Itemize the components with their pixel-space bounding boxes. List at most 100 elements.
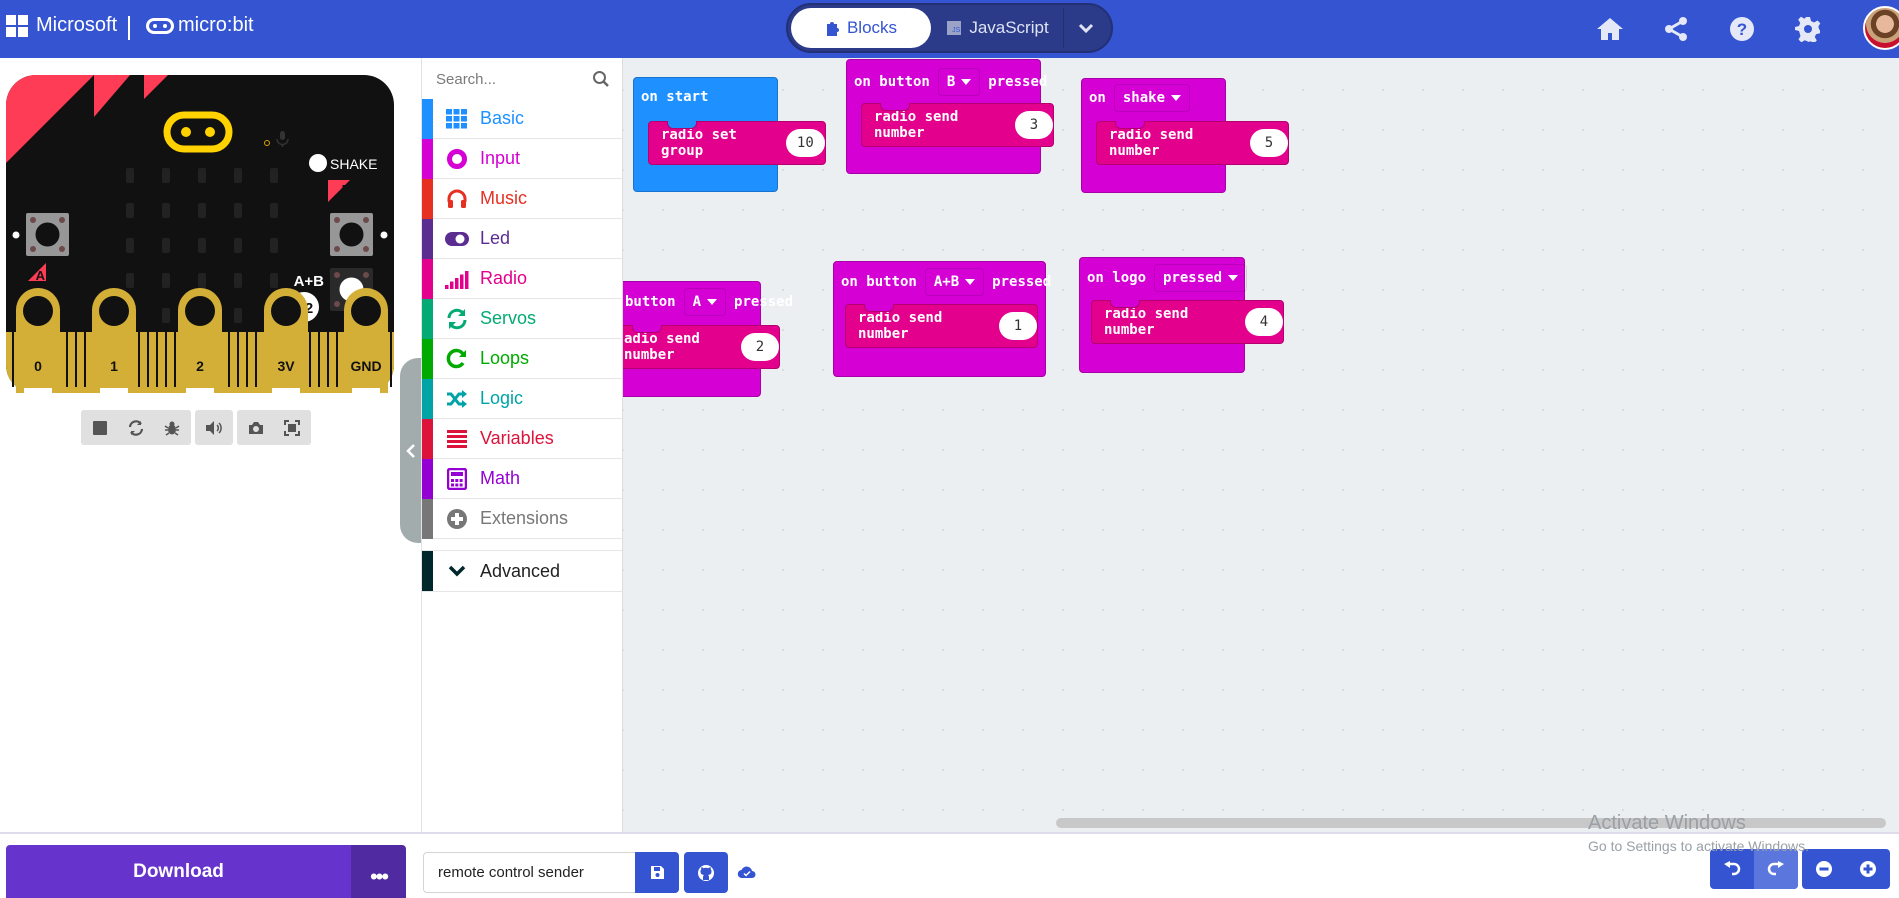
button-a[interactable]	[26, 213, 69, 256]
block-radio-set-group[interactable]: radio set group 10	[648, 121, 826, 165]
block-hat-suffix: pressed	[988, 74, 1048, 90]
home-button[interactable]	[1594, 13, 1626, 45]
microbit-simulator-board[interactable]: SHAKE B A A+B V2 0123VGND	[6, 75, 394, 393]
mute-button[interactable]	[205, 419, 223, 437]
debug-button[interactable]	[163, 419, 181, 437]
tab-blocks[interactable]: Blocks	[791, 8, 931, 48]
block-radio-send-number[interactable]: radio send number 1	[845, 304, 1038, 348]
tab-javascript[interactable]: JS JavaScript	[938, 8, 1058, 48]
zoom-group	[1802, 849, 1890, 889]
button-dropdown[interactable]: A	[683, 288, 727, 316]
shake-button[interactable]	[309, 154, 327, 172]
group-value-input[interactable]: 10	[785, 129, 825, 157]
microsoft-logo[interactable]: Microsoft	[6, 14, 117, 37]
number-value-input[interactable]: 2	[741, 333, 779, 361]
category-color-bar	[422, 258, 433, 299]
toolbox-category-advanced[interactable]: Advanced	[422, 550, 622, 592]
help-button[interactable]: ?	[1726, 13, 1758, 45]
led	[234, 308, 242, 323]
collapse-simulator-button[interactable]	[400, 358, 422, 543]
workspace-horizontal-scrollbar[interactable]	[1056, 818, 1886, 828]
number-value-input[interactable]: 4	[1245, 308, 1283, 336]
ellipsis-icon: •••	[369, 864, 389, 889]
toolbox-category-math[interactable]: Math	[422, 458, 622, 499]
block-radio-send-number[interactable]: adio send number 2	[623, 325, 780, 369]
category-label: Math	[480, 468, 521, 488]
zoom-in-button[interactable]	[1846, 849, 1890, 889]
stop-button[interactable]	[91, 419, 109, 437]
led	[162, 168, 170, 183]
user-avatar[interactable]	[1863, 6, 1899, 50]
undo-button[interactable]	[1710, 849, 1754, 889]
toolbox-category-input[interactable]: Input	[422, 138, 622, 179]
github-button[interactable]	[684, 852, 728, 893]
led	[126, 203, 134, 218]
category-label: Music	[480, 188, 528, 208]
fullscreen-button[interactable]	[283, 419, 301, 437]
redo-button[interactable]	[1754, 849, 1798, 889]
simulator-toolbar	[81, 410, 311, 445]
gesture-dropdown[interactable]: shake	[1113, 84, 1191, 112]
zoom-out-button[interactable]	[1802, 849, 1846, 889]
download-button[interactable]: Download	[6, 845, 351, 898]
block-hat-label: on	[1089, 90, 1106, 106]
pin-label: 2	[196, 358, 204, 374]
toolbox-category-music[interactable]: Music	[422, 178, 622, 219]
toolbox-category-servos[interactable]: Servos	[422, 298, 622, 339]
button-dropdown[interactable]: B	[937, 68, 981, 96]
led	[234, 168, 242, 183]
category-color-bar	[422, 138, 433, 179]
pin-1[interactable]: 1	[92, 288, 136, 393]
settings-button[interactable]	[1792, 13, 1824, 45]
pin-0[interactable]: 0	[16, 288, 60, 393]
sim-view-group	[237, 410, 311, 445]
toolbox-category-loops[interactable]: Loops	[422, 338, 622, 379]
caret-down-icon	[961, 79, 972, 85]
blocks-workspace[interactable]: on start radio set group 10 on button B …	[622, 58, 1899, 832]
redo-icon	[1767, 861, 1784, 876]
microbit-face-icon	[146, 17, 174, 34]
pin-3v[interactable]: 3V	[264, 288, 308, 393]
led	[126, 273, 134, 288]
pin-2[interactable]: 2	[178, 288, 222, 393]
toolbox-category-radio[interactable]: Radio	[422, 258, 622, 299]
number-value-input[interactable]: 5	[1250, 129, 1288, 157]
brand-divider	[128, 16, 130, 40]
block-stmt-label: radio send number	[1104, 306, 1189, 338]
restart-button[interactable]	[127, 419, 145, 437]
pin-gnd[interactable]: GND	[344, 288, 388, 393]
pin-label: 0	[34, 358, 42, 374]
cloud-saved-icon	[737, 866, 756, 879]
led	[126, 238, 134, 253]
toolbox-category-basic[interactable]: Basic	[422, 98, 622, 139]
number-value-input[interactable]: 1	[999, 312, 1037, 340]
share-button[interactable]	[1660, 13, 1692, 45]
search-icon[interactable]	[592, 70, 610, 88]
category-label: Logic	[480, 388, 524, 408]
logo-event-dropdown[interactable]: pressed	[1154, 264, 1248, 292]
toolbox-category-logic[interactable]: Logic	[422, 378, 622, 419]
chevron-down-icon	[445, 559, 469, 583]
button-b[interactable]	[330, 213, 373, 256]
microbit-logo[interactable]: micro:bit	[146, 14, 254, 37]
block-radio-send-number[interactable]: radio send number 3	[861, 103, 1054, 147]
button-dropdown[interactable]: A+B	[924, 268, 985, 296]
caret-down-icon	[707, 299, 718, 305]
led	[270, 238, 278, 253]
block-radio-send-number[interactable]: radio send number 5	[1096, 121, 1289, 165]
editor-dropdown-button[interactable]	[1063, 8, 1108, 48]
more-options-button[interactable]: •••	[351, 845, 406, 898]
category-color-bar	[422, 298, 433, 339]
toolbox-category-extensions[interactable]: Extensions	[422, 498, 622, 539]
number-value-input[interactable]: 3	[1015, 111, 1053, 139]
toolbox-category-variables[interactable]: Variables	[422, 418, 622, 459]
project-name-input[interactable]	[423, 852, 635, 893]
loop-icon	[445, 347, 469, 371]
category-label: Radio	[480, 268, 528, 288]
toolbox-search-input[interactable]	[436, 68, 586, 90]
block-radio-send-number[interactable]: radio send number 4	[1091, 300, 1284, 344]
toolbox-category-led[interactable]: Led	[422, 218, 622, 259]
screenshot-button[interactable]	[247, 419, 265, 437]
save-button[interactable]	[635, 852, 679, 893]
caret-down-icon	[965, 279, 976, 285]
